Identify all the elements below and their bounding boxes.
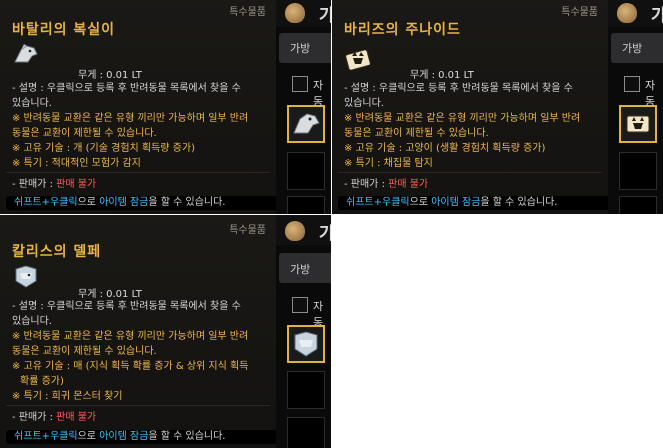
item-description: - 설명 : 우클릭으로 등록 후 반려동물 목록에서 찾을 수 있습니다. ※… — [344, 81, 602, 192]
item-lock-hint: 쉬프트+우클릭으로 아이템 잠금을 할 수 있습니다. — [338, 196, 610, 210]
inventory-title-fragment: 가 — [319, 224, 331, 244]
inventory-slot[interactable] — [619, 152, 657, 190]
inventory-slot[interactable] — [287, 152, 325, 190]
divider — [6, 172, 270, 173]
unique-skill-cont: 확률 증가) — [20, 376, 64, 387]
exchange-note: ※ 반려동물 교환은 같은 유형 끼리만 가능하며 일부 반려 — [12, 331, 249, 342]
inventory-title-fragment: 가 — [319, 6, 331, 26]
hawk-pet-icon — [294, 331, 318, 357]
inventory-title-fragment: 가 — [651, 6, 663, 26]
desc-line: - 설명 : 우클릭으로 등록 후 반려동물 목록에서 찾을 수 — [344, 83, 573, 94]
inventory-sidebar: 가 가방 자동 — [276, 0, 331, 214]
hint-text: 으로 — [77, 197, 100, 208]
auto-checkbox[interactable] — [292, 297, 308, 313]
item-lock-hint: 쉬프트+우클릭으로 아이템 잠금을 할 수 있습니다. — [6, 196, 278, 210]
tab-bag-label: 가방 — [290, 263, 311, 276]
dog-pet-icon — [293, 113, 320, 134]
dog-pet-icon — [14, 44, 38, 63]
weight-value: 0.01 LT — [438, 70, 474, 81]
exchange-note: 동물은 교환이 제한될 수 있습니다. — [12, 346, 157, 357]
hint-lock: 아이템 잠금 — [99, 431, 149, 442]
item-weight: 무게 : 0.01 LT — [410, 66, 474, 81]
hint-shift: 쉬프트+우클릭 — [14, 431, 78, 442]
hint-lock: 아이템 잠금 — [99, 197, 149, 208]
desc-line: - 설명 : 우클릭으로 등록 후 반려동물 목록에서 찾을 수 — [12, 301, 241, 312]
special-skill: ※ 특기 : 적대적인 모험가 감지 — [12, 158, 141, 169]
tooltip-box: 특수물품 칼리스의 델페 무게 : 0.01 LT - 설명 : 우클릭으로 등… — [0, 215, 278, 448]
inventory-slot[interactable] — [287, 371, 325, 409]
cat-pet-icon — [345, 49, 371, 71]
desc-line: - 설명 : 우클릭으로 등록 후 반려동물 목록에서 찾을 수 — [12, 83, 241, 94]
inventory-slot-selected[interactable] — [287, 325, 325, 363]
seller-value: 판매 불가 — [388, 179, 429, 190]
desc-line: 있습니다. — [344, 98, 384, 109]
desc-line: 있습니다. — [12, 98, 52, 109]
seller-value: 판매 불가 — [56, 412, 97, 423]
exchange-note: ※ 반려동물 교환은 같은 유형 끼리만 가능하며 일부 반려 — [12, 113, 249, 124]
hint-text: 을 할 수 있습니다. — [480, 197, 558, 208]
divider — [338, 172, 602, 173]
tab-bag-label: 가방 — [622, 42, 643, 55]
item-description: - 설명 : 우클릭으로 등록 후 반려동물 목록에서 찾을 수 있습니다. ※… — [12, 81, 270, 192]
item-lock-hint: 쉬프트+우클릭으로 아이템 잠금을 할 수 있습니다. — [6, 430, 278, 444]
exchange-note: ※ 반려동물 교환은 같은 유형 끼리만 가능하며 일부 반려 — [344, 113, 581, 124]
cat-pet-icon — [626, 115, 650, 133]
item-tooltip-panel-2: 특수물품 바리즈의 주나이드 무게 : 0.01 LT - 설명 : 우클릭으로… — [332, 0, 663, 214]
hint-text: 으로 — [77, 431, 100, 442]
tooltip-box: 특수물품 바탈리의 복실이 무게 : 0.01 LT - 설명 : 우클릭으로 … — [0, 0, 278, 214]
inventory-slot[interactable] — [287, 417, 325, 448]
money-bag-icon[interactable] — [285, 3, 305, 23]
auto-checkbox[interactable] — [624, 76, 640, 92]
auto-checkbox[interactable] — [292, 76, 308, 92]
seller-label: - 판매가 : — [12, 412, 57, 423]
tab-bag-label: 가방 — [290, 42, 311, 55]
seller-label: - 판매가 : — [344, 179, 389, 190]
item-tooltip-panel-3: 특수물품 칼리스의 델페 무게 : 0.01 LT - 설명 : 우클릭으로 등… — [0, 215, 331, 448]
seller-label: - 판매가 : — [12, 179, 57, 190]
hint-lock: 아이템 잠금 — [431, 197, 481, 208]
hint-text: 으로 — [409, 197, 432, 208]
money-bag-icon[interactable] — [617, 3, 637, 23]
weight-label: 무게 : — [78, 70, 107, 81]
unique-skill: ※ 고유 기술 : 매 (지식 획득 확률 증가 & 상위 지식 획득 — [12, 361, 249, 372]
item-category: 특수물품 — [561, 7, 598, 18]
exchange-note: 동물은 교환이 제한될 수 있습니다. — [344, 128, 489, 139]
item-category: 특수물품 — [229, 225, 266, 236]
item-weight: 무게 : 0.01 LT — [78, 285, 142, 300]
special-skill: ※ 특기 : 희귀 몬스터 찾기 — [12, 391, 123, 402]
exchange-note: 동물은 교환이 제한될 수 있습니다. — [12, 128, 157, 139]
unique-skill: ※ 고유 기술 : 고양이 (생활 경험치 획득량 증가) — [344, 143, 546, 154]
seller-value: 판매 불가 — [56, 179, 97, 190]
item-tooltip-panel-1: 특수물품 바탈리의 복실이 무게 : 0.01 LT - 설명 : 우클릭으로 … — [0, 0, 331, 214]
inventory-slot[interactable] — [287, 196, 325, 214]
tooltip-box: 특수물품 바리즈의 주나이드 무게 : 0.01 LT - 설명 : 우클릭으로… — [332, 0, 610, 214]
item-weight: 무게 : 0.01 LT — [78, 66, 142, 81]
item-description: - 설명 : 우클릭으로 등록 후 반려동물 목록에서 찾을 수 있습니다. ※… — [12, 299, 270, 425]
item-category: 특수물품 — [229, 7, 266, 18]
inventory-sidebar: 가 가방 자동 — [608, 0, 663, 214]
unique-skill: ※ 고유 기술 : 개 (기술 경험치 획득량 증가) — [12, 143, 195, 154]
inventory-slot-selected[interactable] — [287, 105, 325, 143]
hint-shift: 쉬프트+우클릭 — [14, 197, 78, 208]
weight-value: 0.01 LT — [106, 70, 142, 81]
seller-price: - 판매가 : 판매 불가 — [12, 410, 270, 425]
hawk-pet-icon — [15, 265, 37, 288]
desc-line: 있습니다. — [12, 316, 52, 327]
seller-price: - 판매가 : 판매 불가 — [344, 177, 602, 192]
weight-label: 무게 : — [410, 70, 439, 81]
inventory-slot[interactable] — [619, 196, 657, 214]
item-title: 바탈리의 복실이 — [12, 22, 116, 38]
hint-shift: 쉬프트+우클릭 — [346, 197, 410, 208]
money-bag-icon[interactable] — [285, 221, 305, 241]
seller-price: - 판매가 : 판매 불가 — [12, 177, 270, 192]
inventory-slot-selected[interactable] — [619, 105, 657, 143]
item-title: 칼리스의 델페 — [12, 244, 102, 260]
divider — [6, 405, 270, 406]
inventory-sidebar: 가 가방 자동 — [276, 215, 331, 448]
hint-text: 을 할 수 있습니다. — [148, 197, 226, 208]
special-skill: ※ 특기 : 채집물 탐지 — [344, 158, 433, 169]
item-title: 바리즈의 주나이드 — [344, 22, 461, 38]
hint-text: 을 할 수 있습니다. — [148, 431, 226, 442]
